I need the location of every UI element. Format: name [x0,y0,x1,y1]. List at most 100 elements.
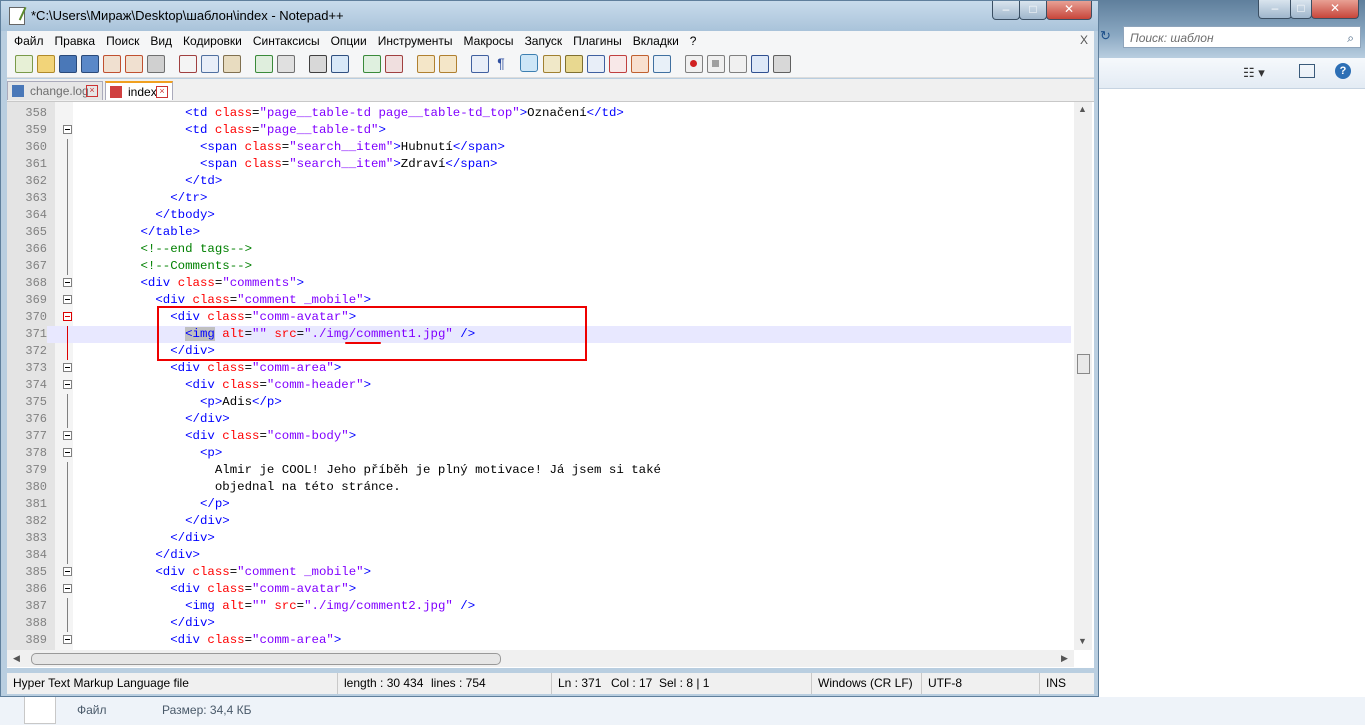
code-line[interactable]: 363 </tr> [7,190,1071,207]
show-all-chars-icon[interactable]: ¶ [493,55,509,71]
fold-toggle-icon[interactable] [63,295,72,304]
fold-toggle-icon[interactable] [63,278,72,287]
paste-icon[interactable] [223,55,241,73]
save-all-icon[interactable] [81,55,99,73]
menu-run[interactable]: Запуск [521,31,567,51]
menu-view[interactable]: Вид [146,31,176,51]
fold-toggle-icon[interactable] [63,635,72,644]
menu-macro[interactable]: Макросы [460,31,518,51]
code-line[interactable]: 358 <td class="page__table-td page__tabl… [7,105,1071,122]
code-line[interactable]: 362 </td> [7,173,1071,190]
code-line[interactable]: 381 </p> [7,496,1071,513]
fold-toggle-icon[interactable] [63,125,72,134]
fold-toggle-icon[interactable] [63,431,72,440]
scroll-up-arrow-icon[interactable]: ▲ [1078,104,1087,114]
code-line[interactable]: 373 <div class="comm-area"> [7,360,1071,377]
close-file-icon[interactable] [103,55,121,73]
search-icon[interactable]: ⌕ [1347,27,1354,49]
code-line[interactable]: 377 <div class="comm-body"> [7,428,1071,445]
horizontal-scrollbar[interactable]: ◀ ▶ [7,650,1074,667]
title-bar[interactable]: *C:\Users\Мираж\Desktop\шаблон\index - N… [1,1,1098,31]
menu-file[interactable]: Файл [10,31,48,51]
code-line[interactable]: 361 <span class="search__item">Zdraví</s… [7,156,1071,173]
menu-window[interactable]: Вкладки [629,31,683,51]
code-line[interactable]: 364 </tbody> [7,207,1071,224]
print-icon[interactable] [147,55,165,73]
preview-pane-icon[interactable] [1299,64,1315,78]
sync-vertical-icon[interactable] [417,55,435,73]
code-line[interactable]: 367 <!--Comments--> [7,258,1071,275]
scroll-down-arrow-icon[interactable]: ▼ [1078,636,1087,646]
explorer-search-input[interactable]: Поиск: шаблон ⌕ [1123,26,1361,48]
vertical-scroll-thumb[interactable] [1077,354,1090,374]
copy-icon[interactable] [201,55,219,73]
maximize-button[interactable]: □ [1019,1,1047,20]
code-line[interactable]: 382 </div> [7,513,1071,530]
view-options-icon[interactable]: ☷ ▾ [1243,65,1265,81]
code-line[interactable]: 383 </div> [7,530,1071,547]
explorer-maximize-button[interactable]: □ [1290,0,1312,19]
save-icon[interactable] [59,55,77,73]
code-line[interactable]: 386 <div class="comm-avatar"> [7,581,1071,598]
code-line[interactable]: 379 Almir je COOL! Jeho příběh je plný m… [7,462,1071,479]
close-all-icon[interactable] [125,55,143,73]
doc-map-icon[interactable] [565,55,583,73]
tab-close-icon[interactable]: × [86,85,98,97]
explorer-minimize-button[interactable]: – [1258,0,1292,19]
scroll-left-arrow-icon[interactable]: ◀ [13,653,20,664]
find-icon[interactable] [309,55,327,73]
code-line[interactable]: 360 <span class="search__item">Hubnutí</… [7,139,1071,156]
open-file-icon[interactable] [37,55,55,73]
code-line[interactable]: 389 <div class="comm-area"> [7,632,1071,649]
sync-horizontal-icon[interactable] [439,55,457,73]
indent-guide-icon[interactable] [520,54,538,72]
code-line[interactable]: 365 </table> [7,224,1071,241]
code-line[interactable]: 359 <td class="page__table-td"> [7,122,1071,139]
menu-tools[interactable]: Инструменты [374,31,457,51]
tab-close-icon[interactable]: × [156,86,168,98]
explorer-close-button[interactable]: ✕ [1311,0,1359,19]
menu-encoding[interactable]: Кодировки [179,31,246,51]
code-line[interactable]: 376 </div> [7,411,1071,428]
replace-icon[interactable] [331,55,349,73]
zoom-in-icon[interactable] [363,55,381,73]
menu-help[interactable]: ? [686,31,701,51]
code-line[interactable]: 380 objednal na této stránce. [7,479,1071,496]
code-line[interactable]: 374 <div class="comm-header"> [7,377,1071,394]
close-button[interactable]: ✕ [1046,1,1092,20]
record-macro-icon[interactable] [685,55,703,73]
eye-icon[interactable] [653,55,671,73]
word-wrap-icon[interactable] [471,55,489,73]
code-line[interactable]: 384 </div> [7,547,1071,564]
fold-toggle-icon[interactable] [63,448,72,457]
menu-edit[interactable]: Правка [51,31,100,51]
minimize-button[interactable]: – [992,1,1020,20]
cut-icon[interactable] [179,55,197,73]
menu-search[interactable]: Поиск [102,31,143,51]
menu-plugins[interactable]: Плагины [569,31,626,51]
undo-icon[interactable] [255,55,273,73]
fold-toggle-icon[interactable] [63,312,72,321]
scroll-right-arrow-icon[interactable]: ▶ [1061,653,1068,664]
play-macro-icon[interactable] [729,55,747,73]
fold-toggle-icon[interactable] [63,363,72,372]
stop-macro-icon[interactable] [707,55,725,73]
code-line[interactable]: 368 <div class="comments"> [7,275,1071,292]
code-editor[interactable]: 358 <td class="page__table-td page__tabl… [7,101,1094,668]
save-macro-icon[interactable] [773,55,791,73]
fold-toggle-icon[interactable] [63,584,72,593]
code-line[interactable]: 387 <img alt="" src="./img/comment2.jpg"… [7,598,1071,615]
vertical-scrollbar[interactable]: ▲ ▼ [1074,102,1092,650]
fold-toggle-icon[interactable] [63,380,72,389]
user-language-icon[interactable] [543,55,561,73]
menu-language[interactable]: Синтаксисы [249,31,324,51]
horizontal-scroll-thumb[interactable] [31,653,501,665]
code-line[interactable]: 378 <p> [7,445,1071,462]
help-icon[interactable]: ? [1335,63,1351,79]
zoom-out-icon[interactable] [385,55,403,73]
code-line[interactable]: 388 </div> [7,615,1071,632]
run-macro-multiple-icon[interactable] [751,55,769,73]
redo-icon[interactable] [277,55,295,73]
fold-toggle-icon[interactable] [63,567,72,576]
folder-as-workspace-icon[interactable] [609,55,627,73]
